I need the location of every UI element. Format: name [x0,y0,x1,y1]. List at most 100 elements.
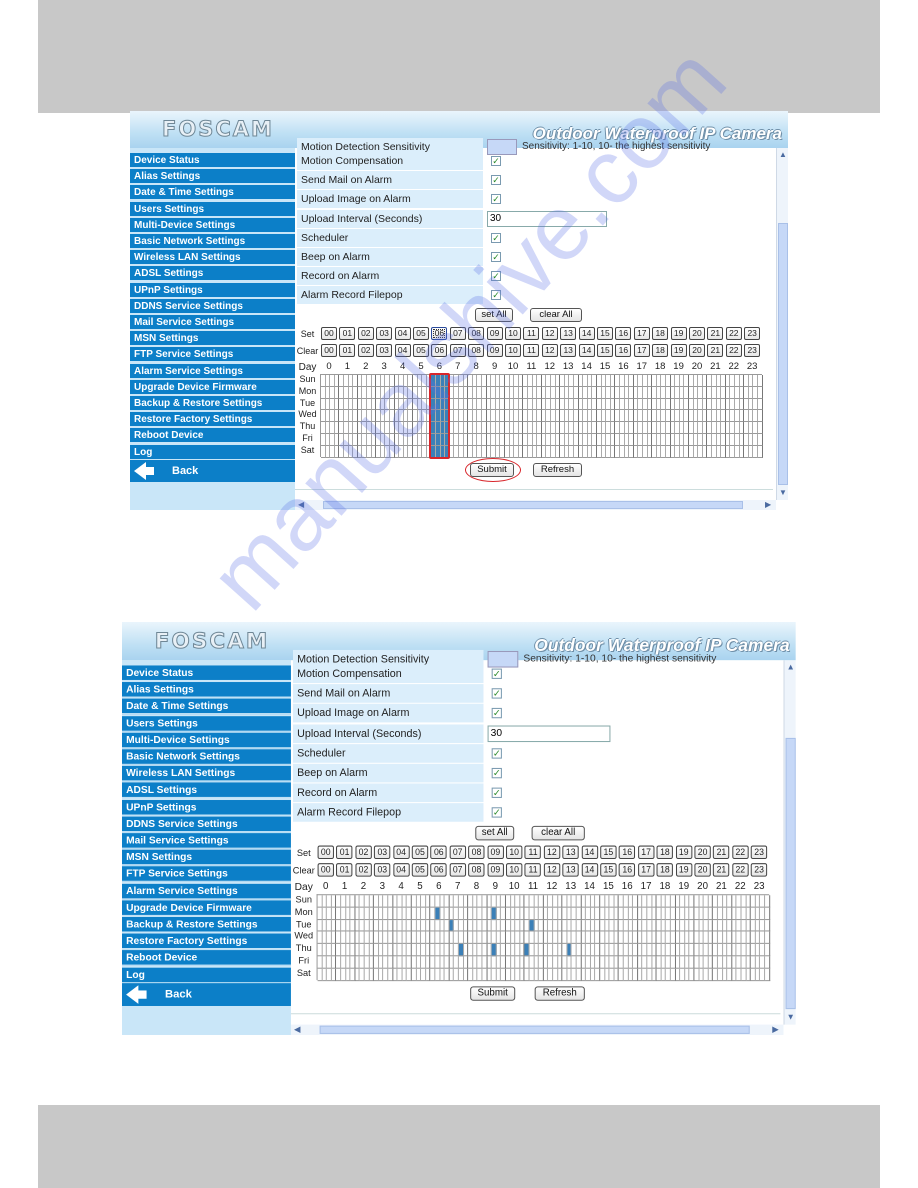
set-hour-button[interactable]: 18 [656,845,674,860]
clear-hour-button[interactable]: 14 [578,344,595,357]
checkbox[interactable]: ✓ [491,156,501,166]
set-hour-button[interactable]: 14 [581,845,598,860]
checkbox[interactable]: ✓ [491,175,501,186]
clear-hour-button[interactable]: 01 [339,344,356,357]
clear-all-button[interactable]: clear All [531,825,585,841]
sidebar-item[interactable]: UPnP Settings [122,799,291,816]
schedule-cell[interactable] [765,931,770,945]
horizontal-scroll-thumb[interactable] [319,1025,750,1034]
sidebar-item[interactable]: FTP Service Settings [130,347,295,363]
sidebar-item[interactable]: Alarm Service Settings [130,363,295,379]
checkbox[interactable]: ✓ [491,194,501,205]
sidebar-item[interactable]: DDNS Service Settings [130,298,295,314]
sidebar-item[interactable]: Multi-Device Settings [122,732,291,749]
vertical-scrollbar[interactable]: ▲ ▼ [783,660,796,1025]
scroll-down-icon[interactable]: ▼ [779,488,787,498]
checkbox[interactable]: ✓ [491,767,502,779]
refresh-button[interactable]: Refresh [534,986,585,1001]
sidebar-item[interactable]: Multi-Device Settings [130,217,295,233]
set-hour-button[interactable]: 12 [543,845,561,860]
clear-hour-button[interactable]: 20 [689,344,705,357]
submit-button[interactable]: Submit [470,986,516,1001]
scroll-up-icon[interactable]: ▲ [779,150,787,160]
vertical-scroll-thumb[interactable] [785,737,796,1010]
schedule-cell[interactable] [758,398,763,411]
sidebar-item[interactable]: Users Settings [122,715,291,732]
clear-hour-button[interactable]: 21 [713,863,730,877]
scroll-right-icon[interactable]: ▶ [765,500,771,510]
clear-hour-button[interactable]: 00 [321,344,337,357]
horizontal-scroll-thumb[interactable] [323,501,743,509]
clear-hour-button[interactable]: 13 [562,863,579,877]
set-hour-button[interactable]: 19 [675,845,692,860]
clear-hour-button[interactable]: 12 [543,863,561,877]
set-hour-button[interactable]: 21 [713,845,730,860]
schedule-cell[interactable] [758,386,763,399]
horizontal-scrollbar[interactable]: ◀ ▶ [290,1024,784,1035]
schedule-cell[interactable] [765,956,770,969]
clear-hour-button[interactable]: 09 [487,863,504,877]
set-hour-button[interactable]: 00 [317,845,334,860]
set-hour-button[interactable]: 19 [670,327,687,340]
back-button[interactable]: Back [122,983,291,1006]
clear-hour-button[interactable]: 01 [336,863,353,877]
sidebar-item[interactable]: Reboot Device [130,428,295,444]
clear-hour-button[interactable]: 10 [506,863,523,877]
vertical-scroll-thumb[interactable] [778,223,788,485]
sidebar-item[interactable]: Alias Settings [130,169,295,185]
sidebar-item[interactable]: Wireless LAN Settings [130,250,295,266]
clear-hour-button[interactable]: 18 [656,863,674,877]
sidebar-item[interactable]: Upgrade Device Firmware [122,900,291,916]
schedule-cell[interactable] [765,895,770,908]
clear-hour-button[interactable]: 15 [597,344,613,357]
set-hour-button[interactable]: 23 [744,327,761,340]
set-hour-button[interactable]: 22 [725,327,742,340]
clear-hour-button[interactable]: 00 [317,863,334,877]
clear-hour-button[interactable]: 08 [468,863,485,877]
schedule-cell[interactable] [765,919,770,932]
set-hour-button[interactable]: 20 [689,327,705,340]
set-hour-button[interactable]: 07 [449,845,466,860]
sidebar-item[interactable]: Mail Service Settings [130,315,295,330]
sidebar-item[interactable]: FTP Service Settings [122,866,291,883]
sidebar-item[interactable]: MSN Settings [130,331,295,347]
set-hour-button[interactable]: 08 [468,845,485,860]
refresh-button[interactable]: Refresh [533,463,582,477]
sidebar-item[interactable]: Date & Time Settings [122,698,291,715]
sidebar-item[interactable]: Log [130,444,295,460]
sidebar-item[interactable]: Device Status [122,665,291,681]
sidebar-item[interactable]: Device Status [130,153,295,168]
clear-hour-button[interactable]: 16 [619,863,636,877]
clear-hour-button[interactable]: 17 [637,863,655,877]
clear-hour-button[interactable]: 19 [675,863,692,877]
clear-hour-button[interactable]: 21 [707,344,724,357]
scroll-down-icon[interactable]: ▼ [787,1012,795,1022]
clear-hour-button[interactable]: 22 [732,863,749,877]
set-hour-button[interactable]: 06 [430,845,448,860]
set-hour-button[interactable]: 03 [374,845,391,860]
set-hour-button[interactable]: 12 [541,327,558,340]
vertical-scrollbar[interactable]: ▲ ▼ [776,148,788,500]
clear-hour-button[interactable]: 04 [392,863,410,877]
clear-hour-button[interactable]: 23 [750,863,768,877]
set-hour-button[interactable]: 01 [336,845,353,860]
clear-hour-button[interactable]: 13 [560,344,577,357]
schedule-cell[interactable] [758,410,763,423]
sidebar-item[interactable]: Wireless LAN Settings [122,766,291,782]
sidebar-item[interactable]: Alarm Service Settings [122,883,291,899]
set-hour-button[interactable]: 16 [615,327,632,340]
sidebar-item[interactable]: Basic Network Settings [122,749,291,765]
checkbox[interactable]: ✓ [491,708,502,719]
set-hour-button[interactable]: 14 [578,327,595,340]
set-hour-button[interactable]: 15 [597,327,613,340]
sidebar-item[interactable]: MSN Settings [122,849,291,866]
sidebar-item[interactable]: UPnP Settings [130,282,295,298]
clear-hour-button[interactable]: 05 [411,863,429,877]
sidebar-item[interactable]: DDNS Service Settings [122,816,291,832]
set-hour-button[interactable]: 20 [694,845,711,860]
sidebar-item[interactable]: Backup & Restore Settings [130,396,295,411]
clear-hour-button[interactable]: 18 [652,344,669,357]
sidebar-item[interactable]: ADSL Settings [122,782,291,799]
clear-hour-button[interactable]: 02 [357,344,374,357]
scroll-left-icon[interactable]: ◀ [294,1025,300,1035]
